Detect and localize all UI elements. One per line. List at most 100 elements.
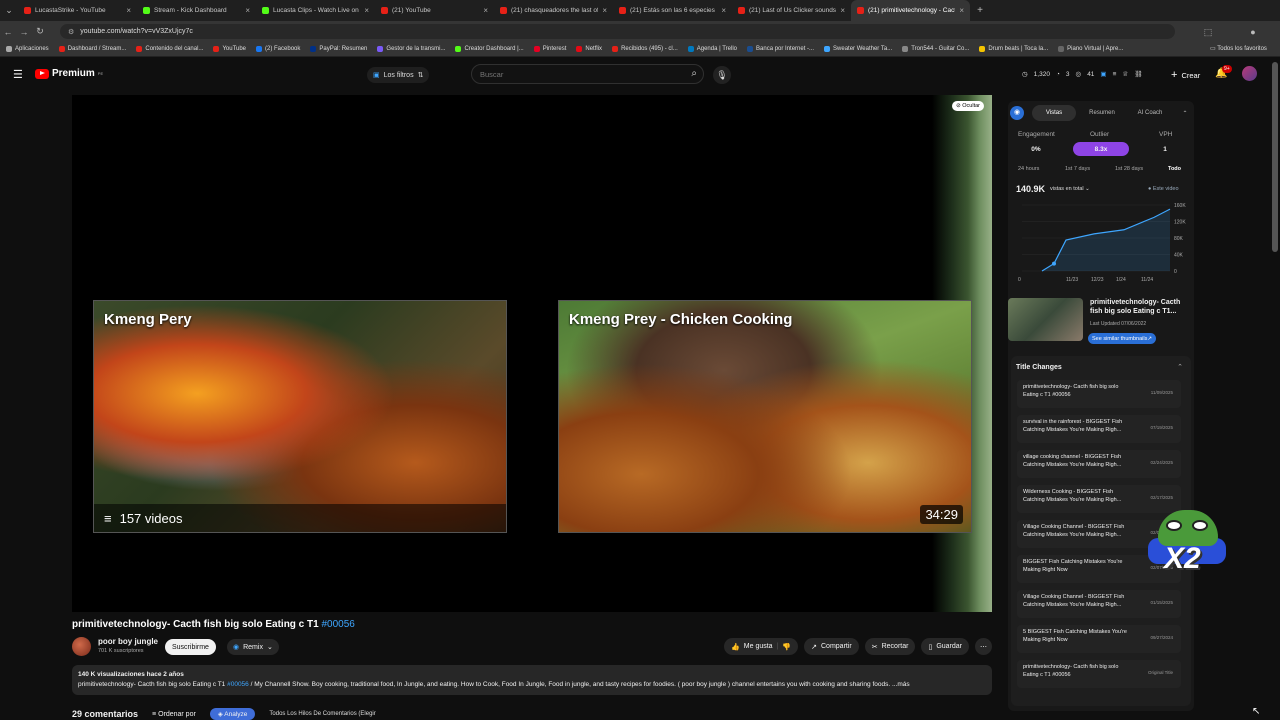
browser-tab[interactable]: (21) Last of Us Clicker sounds × [732, 0, 851, 21]
hashtag-link[interactable]: #00056 [321, 619, 354, 630]
range-7d[interactable]: 1st 7 days [1065, 166, 1090, 172]
close-tab-icon[interactable]: × [840, 6, 845, 15]
title-change-item[interactable]: survival in the rainforest - BIGGEST Fis… [1017, 415, 1181, 443]
range-28d[interactable]: 1st 28 days [1115, 166, 1143, 172]
browser-tab[interactable]: LucastaStrike - YouTube × [18, 0, 137, 21]
bookmark-item[interactable]: YouTube [213, 46, 246, 52]
tab-ai-coach[interactable]: AI Coach [1128, 105, 1172, 121]
account-avatar[interactable] [1242, 66, 1257, 81]
bookmark-item[interactable]: Aplicaciones [6, 46, 49, 52]
range-all[interactable]: Todo [1168, 166, 1181, 172]
bookmark-item[interactable]: Tron544 - Guitar Co... [902, 46, 969, 52]
close-tab-icon[interactable]: × [483, 6, 488, 15]
site-info-icon[interactable]: ⚙ [68, 28, 74, 36]
related-title[interactable]: primitivetechnology- Cacth fish big solo… [1090, 299, 1190, 316]
bookmark-item[interactable]: Creator Dashboard |... [455, 46, 524, 52]
endscreen-playlist-card[interactable]: Kmeng Pery ≡ 157 videos [93, 300, 507, 533]
chevron-up-icon[interactable]: ⌃ [1177, 363, 1183, 371]
title-change-item[interactable]: primitivetechnology- Cacth fish big solo… [1017, 380, 1181, 408]
title-change-item[interactable]: 5 BIGGEST Fish Catching Mistakes You're … [1017, 625, 1181, 653]
sort-button[interactable]: ≡ Ordenar por [152, 711, 196, 718]
related-thumbnail[interactable] [1008, 298, 1083, 341]
extensions-icon[interactable]: ⬚ [1200, 27, 1216, 38]
filters-button[interactable]: ▣ Los filtros ⇅ [367, 67, 430, 83]
browser-tab[interactable]: (21) chasqueadores the last of × [494, 0, 613, 21]
browser-tab[interactable]: (21) primitivetechnology - Cacth × [851, 0, 970, 21]
save-button[interactable]: ▯ Guardar [921, 638, 969, 655]
bookmark-item[interactable]: Dashboard / Stream... [58, 46, 126, 52]
clip-button[interactable]: ✂ Recortar [864, 638, 916, 655]
back-icon[interactable]: ← [0, 27, 16, 37]
collapse-chevron-icon[interactable]: ⌃ [1178, 105, 1192, 121]
browser-tab[interactable]: (21) YouTube × [375, 0, 494, 21]
search-icon[interactable]: ⌕ [691, 68, 697, 79]
endscreen-video-card[interactable]: Kmeng Prey - Chicken Cooking 34:29 [558, 300, 972, 533]
close-tab-icon[interactable]: × [245, 6, 250, 15]
trophy-icon[interactable]: ♕ [1122, 70, 1128, 78]
tab-summary[interactable]: Resumen [1080, 105, 1124, 121]
close-tab-icon[interactable]: × [364, 6, 369, 15]
forward-icon[interactable]: → [16, 27, 32, 37]
bookmark-item[interactable]: Gestor de la transmi... [377, 46, 445, 52]
profile-icon[interactable]: ● [1245, 27, 1261, 37]
chart-point[interactable] [1052, 261, 1056, 266]
close-tab-icon[interactable]: × [126, 6, 131, 15]
close-tab-icon[interactable]: × [959, 6, 964, 15]
analyze-button[interactable]: ◈ Analyze [209, 708, 256, 720]
bookmark-item[interactable]: (2) Facebook [256, 46, 300, 52]
title-change-item[interactable]: village cooking channel - BIGGEST Fish C… [1017, 450, 1181, 478]
title-change-item[interactable]: Wilderness Cooking - BIGGEST Fish Catchi… [1017, 485, 1181, 513]
comment-threads-select[interactable]: Todos Los Hilos De Comentarios (Elegir [269, 711, 375, 717]
close-tab-icon[interactable]: × [602, 6, 607, 15]
close-tab-icon[interactable]: × [721, 6, 726, 15]
description-hashtag[interactable]: #00056 [227, 681, 249, 688]
page-scrollbar[interactable] [1272, 62, 1278, 252]
channel-name[interactable]: poor boy jungle [98, 637, 158, 646]
description-box[interactable]: 140 K visualizaciones hace 2 años primit… [72, 665, 992, 695]
youtube-logo[interactable]: Premium PE [35, 68, 103, 79]
bookmark-item[interactable]: PayPal: Resumen [310, 46, 367, 52]
tab-search-icon[interactable]: ⌄ [0, 5, 18, 16]
bookmark-item[interactable]: Pinterest [533, 46, 566, 52]
like-button[interactable]: 👍 Me gusta | 👎 [724, 638, 799, 655]
browser-tab[interactable]: (21) Estás son las 6 especies × [613, 0, 732, 21]
ext-icon-1[interactable]: ▣ [1100, 70, 1106, 78]
bookmark-favicon-icon [902, 46, 909, 52]
search-input[interactable] [480, 69, 670, 79]
extension-logo-icon[interactable]: ◉ [1010, 106, 1024, 120]
views-metric-select[interactable]: vistas en total ⌄ [1050, 186, 1090, 192]
subscribe-button[interactable]: Suscribirme [165, 639, 216, 655]
list-icon[interactable]: ≡ [1113, 71, 1117, 78]
browser-tab[interactable]: Lucasta Clips - Watch Live on K × [256, 0, 375, 21]
video-player[interactable]: ⊘ Ocultar Kmeng Pery ≡ 157 videos Kmeng … [72, 95, 992, 612]
bookmark-favicon-icon [824, 46, 831, 52]
bookmark-item[interactable]: Banca por Internet -... [747, 46, 814, 52]
new-tab-button[interactable]: + [970, 5, 990, 16]
hide-button[interactable]: ⊘ Ocultar [952, 101, 984, 111]
more-options-icon[interactable]: ⋯ [975, 638, 992, 655]
range-24h[interactable]: 24 hours [1018, 166, 1039, 172]
bookmark-item[interactable]: Contenido del canal... [136, 46, 203, 52]
bookmark-item[interactable]: Agenda | Trello [687, 46, 737, 52]
share-button[interactable]: ↗ Compartir [804, 638, 859, 655]
channel-avatar[interactable] [72, 637, 91, 656]
thumbs-down-icon[interactable]: 👎 [782, 643, 791, 651]
microphone-icon[interactable]: 🎙 [713, 66, 731, 84]
bookmark-item[interactable]: Netflix [576, 46, 602, 52]
bookmark-item[interactable]: Piano Virtual | Apre... [1058, 46, 1123, 52]
similar-thumbnails-button[interactable]: See similar thumbnails ↗ [1088, 333, 1156, 344]
remix-button[interactable]: ◉ Remix ⌄ [227, 639, 279, 655]
all-favorites[interactable]: ▭ Todos los favoritos [1210, 45, 1267, 52]
browser-tab[interactable]: Stream - Kick Dashboard × [137, 0, 256, 21]
bookmark-item[interactable]: Drum beats | Toca la... [979, 46, 1048, 52]
bookmark-item[interactable]: Sweater Weather Ta... [824, 46, 892, 52]
title-change-item[interactable]: primitivetechnology- Cacth fish big solo… [1017, 660, 1181, 688]
bookmark-item[interactable]: Recibidos (495) - cl... [612, 46, 678, 52]
create-button[interactable]: + Crear [1165, 66, 1206, 84]
tab-views[interactable]: Vistas [1032, 105, 1076, 121]
link-icon[interactable]: ⛓ [1134, 70, 1142, 78]
menu-icon[interactable]: ☰ [13, 68, 23, 81]
title-change-item[interactable]: Village Cooking Channel - BIGGEST Fish C… [1017, 590, 1181, 618]
reload-icon[interactable]: ↻ [32, 26, 48, 37]
url-field[interactable]: ⚙ youtube.com/watch?v=vV3ZxUjcy7c [60, 24, 1175, 39]
